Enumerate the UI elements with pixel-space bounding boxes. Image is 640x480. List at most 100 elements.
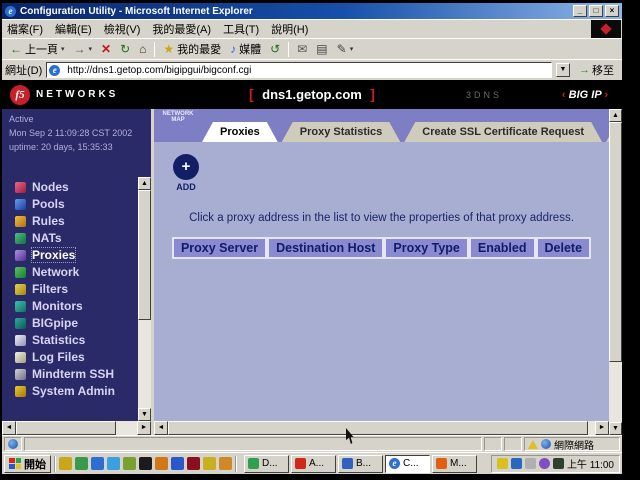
quicklaunch-icon[interactable] <box>155 457 168 470</box>
go-icon: → <box>579 64 590 76</box>
scrollbar-track[interactable] <box>609 362 622 422</box>
edit-dropdown-icon[interactable]: ▾ <box>350 45 354 53</box>
add-icon[interactable]: + <box>173 154 199 180</box>
edit-button[interactable]: ✎ ▾ <box>333 42 358 56</box>
start-button[interactable]: 開始 <box>4 455 51 473</box>
sidebar-item-nodes[interactable]: Nodes <box>2 179 151 196</box>
favorites-icon: ★ <box>163 43 174 55</box>
quicklaunch-icon[interactable] <box>59 457 72 470</box>
quicklaunch-icon[interactable] <box>187 457 200 470</box>
scroll-right-icon[interactable]: ► <box>137 421 151 435</box>
quicklaunch-icon[interactable] <box>75 457 88 470</box>
sidebar-item-monitors[interactable]: Monitors <box>2 298 151 315</box>
task-button-3[interactable]: B... <box>338 455 383 473</box>
host-bracket-left: [ <box>249 86 254 102</box>
task-button-2[interactable]: A... <box>291 455 336 473</box>
sidebar-item-nats[interactable]: NATs <box>2 230 151 247</box>
scrollbar-thumb[interactable] <box>16 421 116 435</box>
menu-favorites[interactable]: 我的最愛(A) <box>152 21 211 37</box>
task-button-1[interactable]: D... <box>244 455 289 473</box>
main-horizontal-scrollbar[interactable]: ◄ ► <box>154 421 609 435</box>
status-page-pane <box>4 437 22 451</box>
favorites-label: 我的最愛 <box>177 41 221 57</box>
f5-banner: f5 NETWORKS [ dns1.getop.com ] 3DNS ‹ BI… <box>2 80 622 109</box>
print-button[interactable]: ▤ <box>312 42 331 56</box>
scroll-up-icon[interactable]: ▲ <box>138 177 151 190</box>
sidebar-item-statistics[interactable]: Statistics <box>2 332 151 349</box>
task-button-5[interactable]: M... <box>432 455 477 473</box>
scrollbar-thumb[interactable] <box>609 122 622 362</box>
scroll-left-icon[interactable]: ◄ <box>2 421 16 435</box>
scrollbar-thumb[interactable] <box>138 190 151 320</box>
status-zone-pane: 網際網路 <box>524 437 620 451</box>
status-message-pane <box>24 437 482 451</box>
main-column: NETWORK MAP Proxies Proxy Statistics Cre… <box>154 109 609 435</box>
tray-icon[interactable] <box>553 458 564 469</box>
scrollbar-track[interactable] <box>588 421 595 435</box>
taskbar-divider <box>235 456 237 472</box>
media-button[interactable]: ♪ 媒體 <box>226 40 265 58</box>
favorites-button[interactable]: ★ 我的最愛 <box>159 40 225 58</box>
refresh-button[interactable]: ↻ <box>116 42 134 56</box>
menu-file[interactable]: 檔案(F) <box>7 21 43 37</box>
sidebar-item-network[interactable]: Network <box>2 264 151 281</box>
sidebar-vertical-scrollbar[interactable]: ▲ ▼ <box>138 177 151 421</box>
add-proxy-button[interactable]: + ADD <box>170 154 202 192</box>
quicklaunch-icon[interactable] <box>203 457 216 470</box>
task-button-ie-active[interactable]: e C... <box>385 455 430 473</box>
sidebar-item-log-files[interactable]: Log Files <box>2 349 151 366</box>
menu-view[interactable]: 檢視(V) <box>104 21 141 37</box>
tray-icon[interactable] <box>511 458 522 469</box>
sidebar-horizontal-scrollbar[interactable]: ◄ ► <box>2 421 151 435</box>
sidebar-item-rules[interactable]: Rules <box>2 213 151 230</box>
sidebar-item-mindterm-ssh[interactable]: Mindterm SSH <box>2 366 151 383</box>
maximize-button[interactable]: □ <box>589 5 603 17</box>
product-bigip-label: ‹ BIG IP › <box>562 89 608 101</box>
tray-icon[interactable] <box>525 458 536 469</box>
go-button[interactable]: → 移至 <box>574 61 619 79</box>
quicklaunch-icon[interactable] <box>123 457 136 470</box>
back-dropdown-icon[interactable]: ▾ <box>61 45 65 53</box>
address-input[interactable]: e http://dns1.getop.com/bigipgui/bigconf… <box>46 62 552 78</box>
main-vertical-scrollbar[interactable]: ▲ ▼ <box>609 109 622 435</box>
sidebar-item-bigpipe[interactable]: BIGpipe <box>2 315 151 332</box>
network-map-button[interactable]: NETWORK MAP <box>157 111 199 123</box>
column-header-proxy-server: Proxy Server <box>172 237 267 259</box>
tab-proxy-statistics[interactable]: Proxy Statistics <box>282 122 401 142</box>
quicklaunch-icon[interactable] <box>171 457 184 470</box>
sidebar-item-proxies[interactable]: Proxies <box>2 247 151 264</box>
menu-edit[interactable]: 編輯(E) <box>55 21 92 37</box>
scrollbar-track[interactable] <box>116 421 137 435</box>
forward-button[interactable]: → ▾ <box>70 42 97 56</box>
tab-install-ssl-certificate[interactable]: Install SSL Certifi <box>606 122 609 142</box>
home-button[interactable]: ⌂ <box>135 42 150 56</box>
sidebar-item-pools[interactable]: Pools <box>2 196 151 213</box>
scrollbar-track[interactable] <box>138 320 151 408</box>
quicklaunch-icon[interactable] <box>91 457 104 470</box>
mail-button[interactable]: ✉ <box>293 42 311 56</box>
quicklaunch-icon[interactable] <box>107 457 120 470</box>
minimize-button[interactable]: _ <box>573 5 587 17</box>
scroll-down-icon[interactable]: ▼ <box>138 408 151 421</box>
scroll-up-icon[interactable]: ▲ <box>609 109 622 122</box>
quicklaunch-icon[interactable] <box>139 457 152 470</box>
sidebar-item-filters[interactable]: Filters <box>2 281 151 298</box>
menu-help[interactable]: 說明(H) <box>271 21 308 37</box>
menu-tools[interactable]: 工具(T) <box>223 21 259 37</box>
scroll-right-icon[interactable]: ► <box>595 421 609 435</box>
sidebar-item-system-admin[interactable]: System Admin <box>2 383 151 400</box>
back-button[interactable]: ← 上一頁 ▾ <box>6 40 69 58</box>
tray-icon[interactable] <box>497 458 508 469</box>
tab-create-ssl-certificate-request[interactable]: Create SSL Certificate Request <box>404 122 602 142</box>
scrollbar-thumb[interactable] <box>168 421 588 435</box>
stop-button[interactable]: ✕ <box>97 42 115 56</box>
forward-dropdown-icon[interactable]: ▾ <box>89 45 93 53</box>
scroll-left-icon[interactable]: ◄ <box>154 421 168 435</box>
scroll-down-icon[interactable]: ▼ <box>609 422 622 435</box>
history-button[interactable]: ↺ <box>266 42 284 56</box>
address-dropdown-icon[interactable]: ▼ <box>556 63 570 77</box>
tab-proxies[interactable]: Proxies <box>202 122 278 142</box>
tray-icon[interactable] <box>539 458 550 469</box>
close-button[interactable]: × <box>605 5 619 17</box>
quicklaunch-icon[interactable] <box>219 457 232 470</box>
